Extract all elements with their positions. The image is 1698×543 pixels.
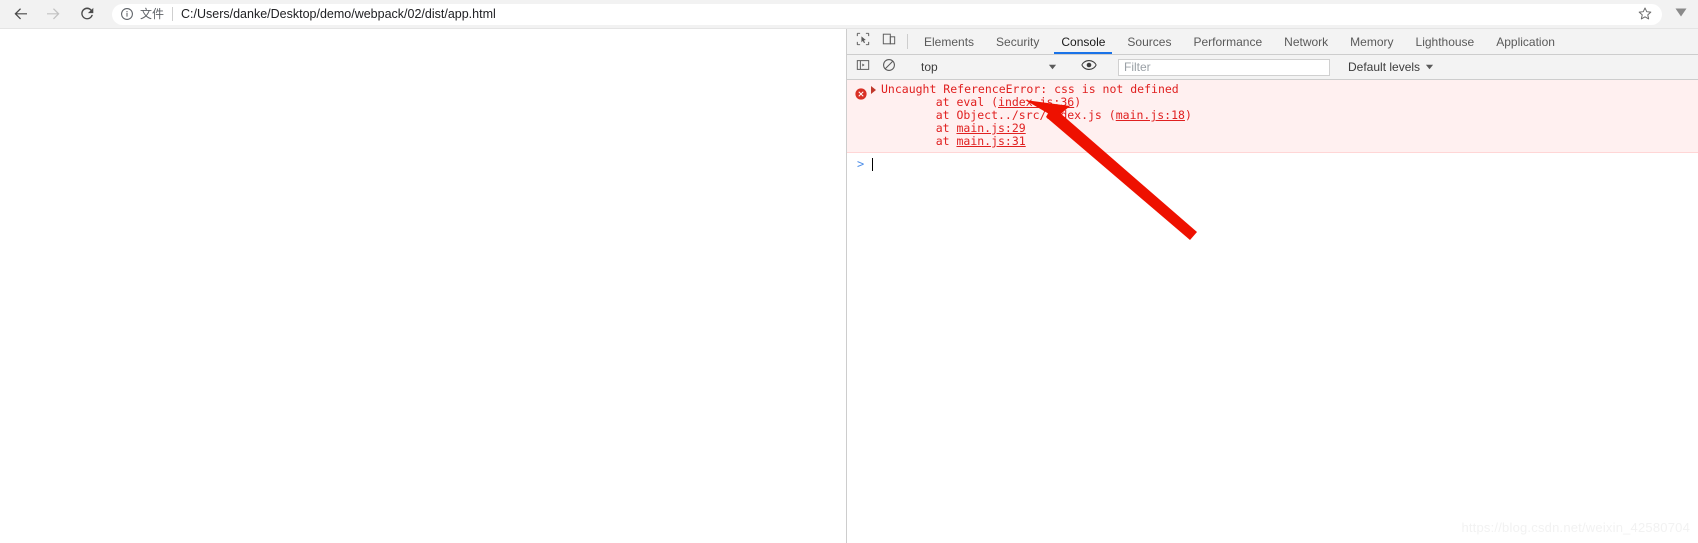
stack-frame-link[interactable]: main.js:29 bbox=[956, 121, 1025, 135]
clear-console-icon bbox=[882, 58, 896, 77]
watermark: https://blog.csdn.net/weixin_42580704 bbox=[1461, 520, 1690, 535]
stack-frame-link[interactable]: main.js:18 bbox=[1116, 108, 1185, 122]
forward-arrow-icon bbox=[44, 5, 62, 23]
tab-network[interactable]: Network bbox=[1273, 29, 1339, 54]
console-sidebar-button[interactable] bbox=[850, 58, 876, 77]
scheme-label: 文件 bbox=[140, 6, 165, 21]
chevron-down-icon bbox=[1673, 4, 1689, 25]
tab-label: Memory bbox=[1350, 34, 1394, 49]
console-body[interactable]: Uncaught ReferenceError: css is not defi… bbox=[847, 80, 1698, 543]
tab-application[interactable]: Application bbox=[1485, 29, 1566, 54]
eye-icon bbox=[1081, 58, 1097, 77]
stack-frame: at main.js:31 bbox=[881, 135, 1698, 148]
prompt-caret-icon: > bbox=[857, 157, 865, 171]
tab-sources[interactable]: Sources bbox=[1116, 29, 1182, 54]
tab-label: Security bbox=[996, 34, 1040, 49]
tab-performance[interactable]: Performance bbox=[1182, 29, 1273, 54]
console-error-message[interactable]: Uncaught ReferenceError: css is not defi… bbox=[847, 80, 1698, 153]
console-sidebar-icon bbox=[856, 58, 870, 77]
log-levels-label: Default levels bbox=[1348, 60, 1421, 74]
tab-label: Console bbox=[1061, 34, 1106, 49]
inspect-element-icon bbox=[856, 32, 870, 51]
tab-label: Elements bbox=[924, 34, 975, 49]
stack-frame-suffix: ) bbox=[1184, 108, 1192, 122]
back-arrow-icon bbox=[12, 5, 30, 23]
tab-label: Performance bbox=[1193, 34, 1263, 49]
tab-console[interactable]: Console bbox=[1050, 29, 1116, 54]
error-circle-icon bbox=[855, 85, 867, 100]
device-toolbar-button[interactable] bbox=[876, 29, 902, 54]
triangle-right-icon[interactable] bbox=[871, 86, 876, 94]
toolbar-divider bbox=[907, 34, 908, 49]
caret-down-icon bbox=[1425, 60, 1434, 74]
tab-lighthouse[interactable]: Lighthouse bbox=[1405, 29, 1486, 54]
stack-frame-prefix: at Object../src/index.js ( bbox=[908, 108, 1116, 122]
stack-frame-suffix: ) bbox=[1074, 95, 1082, 109]
tab-security[interactable]: Security bbox=[985, 29, 1050, 54]
devtools-tabbar: Elements Security Console Sources Perfor… bbox=[847, 29, 1698, 55]
omnibox-divider bbox=[172, 7, 174, 21]
stack-frame-prefix: at bbox=[908, 134, 957, 148]
tab-label: Lighthouse bbox=[1415, 34, 1475, 49]
stack-frame-prefix: at bbox=[908, 121, 957, 135]
inspect-element-button[interactable] bbox=[850, 29, 876, 54]
device-toolbar-icon bbox=[882, 32, 896, 51]
tab-label: Sources bbox=[1127, 34, 1172, 49]
forward-button[interactable] bbox=[38, 0, 68, 29]
url-text[interactable]: C:/Users/danke/Desktop/demo/webpack/02/d… bbox=[181, 4, 1636, 25]
log-levels-select[interactable]: Default levels bbox=[1348, 60, 1434, 74]
back-button[interactable] bbox=[6, 0, 36, 29]
tab-label: Application bbox=[1496, 34, 1555, 49]
devtools-panel: Elements Security Console Sources Perfor… bbox=[846, 29, 1698, 543]
live-expression-button[interactable] bbox=[1076, 58, 1102, 77]
tab-elements[interactable]: Elements bbox=[913, 29, 985, 54]
stack-frame-prefix: at eval ( bbox=[908, 95, 999, 109]
reload-button[interactable] bbox=[72, 0, 102, 29]
tab-label: Network bbox=[1284, 34, 1329, 49]
text-cursor bbox=[872, 158, 874, 171]
address-bar[interactable]: 文件 C:/Users/danke/Desktop/demo/webpack/0… bbox=[112, 3, 1662, 25]
caret-down-icon bbox=[1048, 60, 1057, 74]
execution-context-select[interactable]: top bbox=[913, 55, 1065, 79]
clear-console-button[interactable] bbox=[876, 58, 902, 77]
browser-window: 文件 C:/Users/danke/Desktop/demo/webpack/0… bbox=[0, 0, 1698, 543]
console-prompt[interactable]: > bbox=[847, 153, 1698, 175]
stack-frame-link[interactable]: index.js:36 bbox=[998, 95, 1074, 109]
browser-toolbar: 文件 C:/Users/danke/Desktop/demo/webpack/0… bbox=[0, 0, 1698, 29]
page-viewport bbox=[0, 29, 846, 543]
browser-menu-button[interactable] bbox=[1668, 0, 1694, 29]
reload-icon bbox=[78, 5, 96, 23]
filter-input[interactable]: Filter bbox=[1118, 58, 1330, 76]
error-text-block: Uncaught ReferenceError: css is not defi… bbox=[847, 83, 1698, 148]
tab-memory[interactable]: Memory bbox=[1339, 29, 1404, 54]
info-circle-icon[interactable] bbox=[120, 7, 134, 21]
star-icon[interactable] bbox=[1636, 5, 1654, 23]
stack-frame-link[interactable]: main.js:31 bbox=[956, 134, 1025, 148]
filter-placeholder: Filter bbox=[1124, 59, 1151, 74]
execution-context-value: top bbox=[921, 60, 938, 74]
console-filterbar: top Filter Default levels bbox=[847, 55, 1698, 80]
